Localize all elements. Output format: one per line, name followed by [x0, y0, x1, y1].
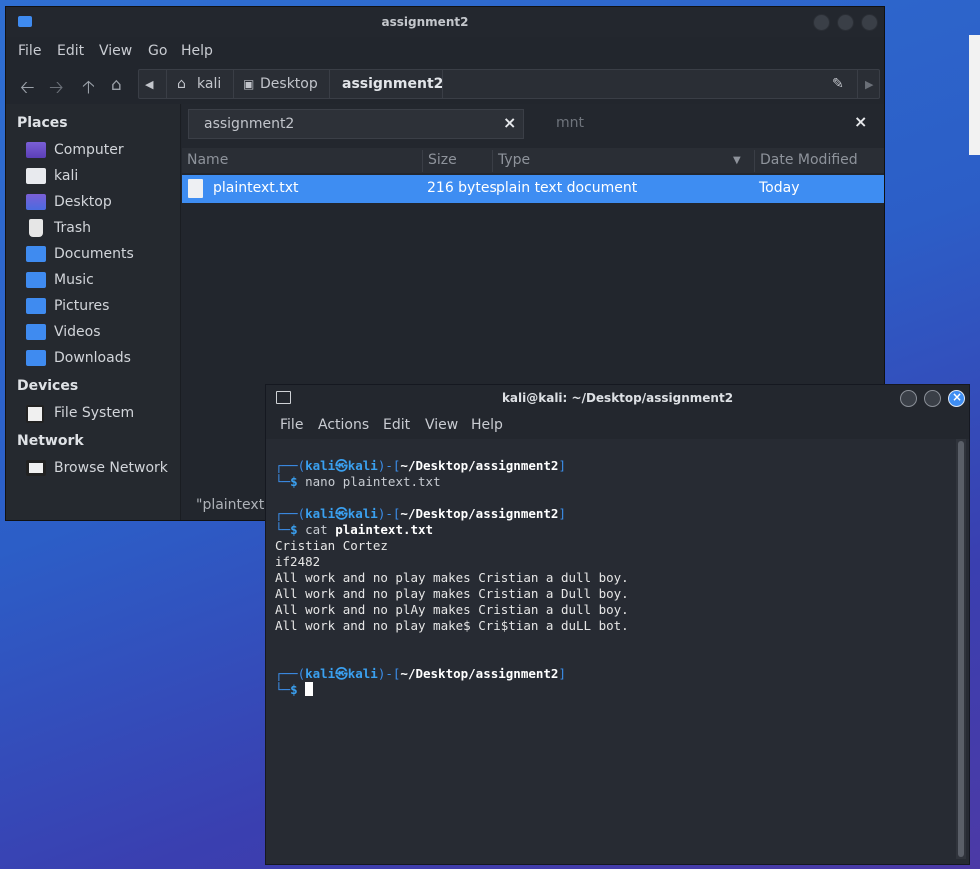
sort-chevron-down-icon[interactable]: ▼ [733, 155, 741, 166]
menu-help[interactable]: Help [181, 43, 213, 59]
up-icon[interactable]: 🡡 [82, 75, 95, 105]
background-window-edge [969, 35, 980, 155]
sidebar-item-desktop[interactable]: Desktop [26, 192, 176, 214]
sidebar-item-downloads[interactable]: Downloads [26, 348, 176, 370]
table-row[interactable]: plaintext.txt 216 bytes plain text docum… [182, 175, 884, 203]
network-icon [26, 460, 46, 476]
column-date-modified[interactable]: Date Modified [760, 152, 858, 168]
prompt-line: ┌──(kali㉿kali)-[~/Desktop/assignment2] [275, 506, 566, 521]
pencil-icon[interactable]: ✎ [832, 76, 844, 92]
minimize-button[interactable] [900, 390, 917, 407]
places-heading: Places [17, 115, 68, 131]
disk-icon [26, 405, 44, 423]
command-line: └─$ [275, 682, 314, 698]
breadcrumb-assignment2[interactable]: assignment2 [342, 76, 443, 92]
output-line: Cristian Cortez [275, 538, 388, 553]
command-line: └─$ cat plaintext.txt [275, 522, 434, 537]
music-folder-icon [26, 272, 46, 288]
menu-view[interactable]: View [425, 417, 458, 433]
breadcrumb-desktop[interactable]: Desktop [260, 76, 318, 92]
file-modified: Today [759, 180, 800, 196]
file-name: plaintext.txt [213, 180, 299, 196]
sidebar-item-trash[interactable]: Trash [26, 218, 176, 240]
title-bar[interactable]: assignment2 [6, 7, 884, 37]
sidebar-item-videos[interactable]: Videos [26, 322, 176, 344]
menu-go[interactable]: Go [148, 43, 167, 59]
documents-folder-icon [26, 246, 46, 262]
sidebar: Places Computer kali Desktop Trash Docum… [6, 104, 181, 520]
desktop-icon [26, 194, 46, 210]
close-button[interactable] [861, 14, 878, 31]
menu-bar: File Edit View Go Help [6, 37, 884, 67]
devices-heading: Devices [17, 378, 79, 394]
menu-bar: File Actions Edit View Help [266, 413, 969, 439]
terminal-output[interactable]: ┌──(kali㉿kali)-[~/Desktop/assignment2] └… [266, 439, 954, 864]
output-line: All work and no play makes Cristian a Du… [275, 586, 629, 601]
back-icon[interactable]: 🡠 [20, 75, 35, 105]
prompt-line: ┌──(kali㉿kali)-[~/Desktop/assignment2] [275, 458, 566, 473]
desktop-small-icon: ▣ [243, 77, 255, 91]
output-line: All work and no play makes Cristian a du… [275, 570, 629, 585]
prompt-line: ┌──(kali㉿kali)-[~/Desktop/assignment2] [275, 666, 566, 681]
column-name[interactable]: Name [187, 152, 228, 168]
home-icon[interactable]: ⌂ [111, 75, 122, 95]
menu-help[interactable]: Help [471, 417, 503, 433]
breadcrumb-right-arrow-icon[interactable]: ▶ [865, 78, 873, 91]
output-line: if2482 [275, 554, 321, 569]
column-size[interactable]: Size [428, 152, 457, 168]
network-heading: Network [17, 433, 84, 449]
close-button[interactable]: × [948, 390, 965, 407]
minimize-button[interactable] [813, 14, 830, 31]
status-text: "plaintext.t [196, 497, 275, 513]
menu-edit[interactable]: Edit [383, 417, 410, 433]
menu-file[interactable]: File [18, 43, 41, 59]
window-title: assignment2 [381, 15, 469, 29]
file-size: 216 bytes [427, 180, 497, 196]
close-icon: × [952, 390, 963, 404]
output-line: All work and no play make$ Cri$tian a du… [275, 618, 629, 633]
menu-actions[interactable]: Actions [318, 417, 369, 433]
sidebar-item-kali[interactable]: kali [26, 166, 176, 188]
breadcrumb: ◀ ⌂ kali ▣ Desktop assignment2 ✎ ▶ [138, 69, 880, 99]
text-cursor [305, 682, 314, 696]
terminal-window: kali@kali: ~/Desktop/assignment2 × File … [265, 384, 970, 865]
tab-close-icon[interactable]: × [854, 112, 867, 131]
title-bar[interactable]: kali@kali: ~/Desktop/assignment2 × [266, 385, 969, 413]
window-title: kali@kali: ~/Desktop/assignment2 [501, 391, 734, 405]
sidebar-item-pictures[interactable]: Pictures [26, 296, 176, 318]
column-type[interactable]: Type [498, 152, 530, 168]
trash-icon [29, 219, 43, 237]
file-type: plain text document [496, 180, 638, 196]
maximize-button[interactable] [924, 390, 941, 407]
column-header: Name Size Type ▼ Date Modified [182, 148, 884, 173]
pictures-folder-icon [26, 298, 46, 314]
text-file-icon [188, 179, 203, 198]
home-small-icon: ⌂ [177, 76, 186, 92]
menu-edit[interactable]: Edit [57, 43, 84, 59]
sidebar-item-browse-network[interactable]: Browse Network [26, 458, 176, 480]
home-folder-icon [26, 168, 46, 184]
command-line: └─$ nano plaintext.txt [275, 474, 441, 489]
tab-bar: assignment2 × mnt × [182, 104, 884, 148]
output-line: All work and no plAy makes Cristian a du… [275, 602, 629, 617]
maximize-button[interactable] [837, 14, 854, 31]
sidebar-item-file-system[interactable]: File System [26, 403, 176, 425]
tab-mnt[interactable]: mnt × [536, 109, 876, 139]
videos-folder-icon [26, 324, 46, 340]
scrollbar-thumb[interactable] [958, 441, 964, 857]
sidebar-item-music[interactable]: Music [26, 270, 176, 292]
sidebar-item-computer[interactable]: Computer [26, 140, 176, 162]
forward-icon[interactable]: 🡢 [49, 75, 64, 105]
breadcrumb-kali[interactable]: kali [197, 76, 221, 92]
sidebar-item-documents[interactable]: Documents [26, 244, 176, 266]
downloads-folder-icon [26, 350, 46, 366]
tab-close-icon[interactable]: × [503, 113, 516, 132]
breadcrumb-left-arrow-icon[interactable]: ◀ [145, 78, 153, 91]
computer-icon [26, 142, 46, 158]
menu-view[interactable]: View [99, 43, 132, 59]
tab-assignment2[interactable]: assignment2 × [188, 109, 524, 139]
menu-file[interactable]: File [280, 417, 303, 433]
